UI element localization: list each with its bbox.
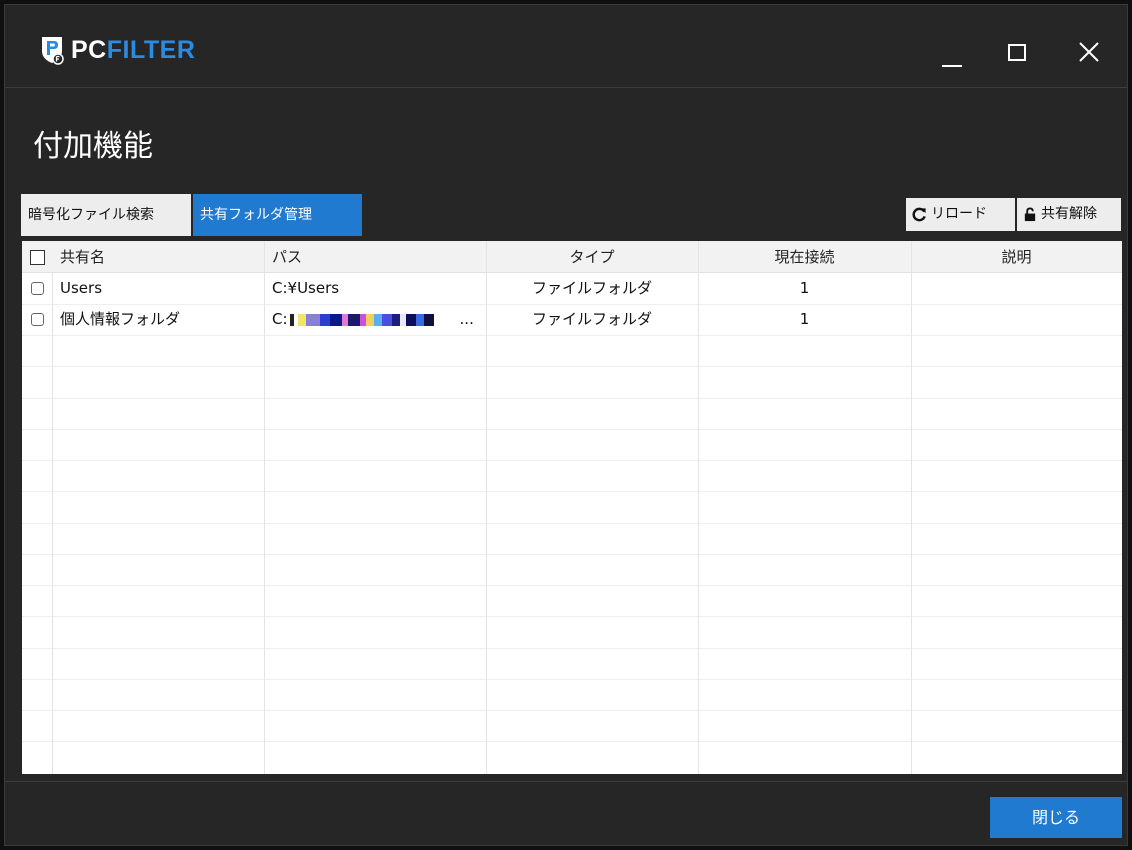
maximize-icon — [1008, 44, 1026, 61]
unshare-button[interactable]: 共有解除 — [1017, 198, 1121, 231]
row-divider — [22, 616, 1122, 617]
brand-pc: PC — [71, 35, 107, 64]
shared-folder-table: 共有名 パス タイプ 現在接続 説明 Users C:¥Users ファイルフォ… — [22, 241, 1122, 774]
column-divider — [52, 273, 53, 774]
reload-label: リロード — [931, 206, 987, 222]
minimize-button[interactable] — [933, 33, 973, 73]
row-checkbox[interactable] — [31, 313, 44, 326]
cell-share-name: Users — [60, 279, 103, 297]
app-window: PCFILTER 付加機能 暗号化ファイル検索 共有フォルダ管理 リロード 共有… — [4, 4, 1128, 846]
cell-description — [911, 304, 1122, 335]
row-divider — [22, 523, 1122, 524]
redacted-path-image — [288, 313, 460, 326]
row-divider — [22, 398, 1122, 399]
tab-encrypted-file-search[interactable]: 暗号化ファイル検索 — [21, 194, 191, 236]
column-divider — [264, 241, 265, 774]
row-checkbox[interactable] — [31, 282, 44, 295]
column-header-share-name[interactable]: 共有名 — [60, 241, 105, 273]
row-divider — [22, 366, 1122, 367]
tab-shared-folder-management[interactable]: 共有フォルダ管理 — [193, 194, 362, 236]
cell-type: ファイルフォルダ — [531, 279, 652, 297]
row-divider — [22, 741, 1122, 742]
column-header-connections[interactable]: 現在接続 — [698, 241, 911, 273]
title-bar: PCFILTER — [5, 5, 1127, 88]
maximize-button[interactable] — [997, 33, 1037, 73]
row-divider — [22, 585, 1122, 586]
unlock-icon — [1024, 207, 1036, 222]
cell-description — [911, 273, 1122, 304]
row-divider — [22, 648, 1122, 649]
cell-path: C: ... — [272, 304, 484, 335]
close-button[interactable]: 閉じる — [990, 797, 1122, 838]
row-divider — [22, 491, 1122, 492]
cell-connections: 1 — [799, 279, 810, 297]
row-divider — [22, 335, 1122, 336]
page-title: 付加機能 — [33, 129, 153, 164]
column-header-description[interactable]: 説明 — [911, 241, 1122, 273]
cell-path: C:¥Users — [272, 279, 340, 297]
row-divider — [22, 679, 1122, 680]
cell-path-prefix: C: — [272, 310, 288, 328]
footer-divider — [5, 781, 1127, 782]
cell-type: ファイルフォルダ — [531, 310, 652, 328]
reload-icon — [912, 207, 926, 222]
reload-button[interactable]: リロード — [906, 198, 1015, 231]
cell-path-ellipsis: ... — [459, 310, 474, 328]
close-window-button[interactable] — [1069, 33, 1109, 73]
unshare-label: 共有解除 — [1041, 206, 1097, 222]
column-header-type[interactable]: タイプ — [486, 241, 698, 273]
brand-name: PCFILTER — [71, 35, 196, 64]
close-icon — [1079, 42, 1099, 62]
cell-share-name: 個人情報フォルダ — [60, 310, 181, 328]
app-logo: PCFILTER — [39, 35, 195, 65]
brand-filter: FILTER — [106, 35, 196, 64]
row-divider — [22, 460, 1122, 461]
column-header-path[interactable]: パス — [272, 241, 302, 273]
row-divider — [22, 429, 1122, 430]
cell-connections: 1 — [799, 310, 810, 328]
row-divider — [22, 554, 1122, 555]
pcfilter-logo-icon — [42, 37, 64, 65]
minimize-icon — [942, 65, 962, 67]
row-divider — [22, 710, 1122, 711]
select-all-checkbox[interactable] — [30, 250, 45, 265]
